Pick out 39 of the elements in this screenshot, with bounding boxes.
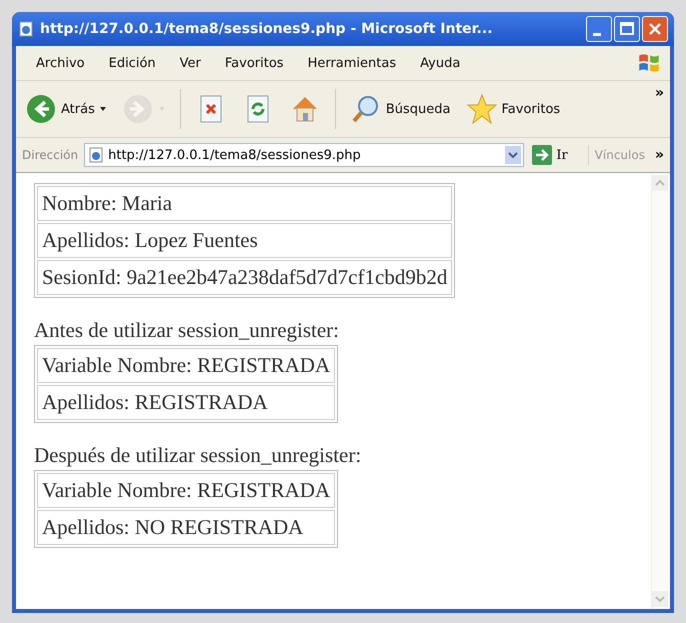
- arrow-right-icon: [532, 145, 552, 165]
- links-overflow-chevron[interactable]: »: [654, 147, 664, 163]
- menu-item[interactable]: Favoritos: [212, 56, 296, 70]
- scroll-up-icon[interactable]: [652, 175, 668, 191]
- arrow-right-icon: [122, 93, 154, 125]
- table-cell: Variable Nombre: REGISTRADA: [37, 473, 336, 508]
- arrow-left-icon: [25, 93, 57, 125]
- table-cell: Apellidos: Lopez Fuentes: [37, 223, 452, 258]
- vertical-scrollbar[interactable]: [651, 173, 670, 609]
- toolbar-overflow-chevron[interactable]: »: [654, 81, 664, 101]
- section-heading: Después de utilizar session_unregister:: [34, 443, 362, 468]
- star-icon: [466, 93, 498, 125]
- menu-item[interactable]: Ayuda: [408, 56, 472, 70]
- minimize-button[interactable]: [586, 16, 612, 42]
- search-button[interactable]: Búsqueda: [346, 91, 454, 127]
- page-icon: [88, 147, 104, 163]
- page-icon: [18, 21, 34, 37]
- table-cell: Nombre: Maria: [37, 186, 452, 221]
- close-button[interactable]: [642, 16, 668, 42]
- scroll-down-icon[interactable]: [652, 591, 668, 607]
- address-field[interactable]: http://127.0.0.1/tema8/sessiones9.php: [84, 143, 524, 167]
- caret-icon: [98, 105, 107, 113]
- menu-item[interactable]: Herramientas: [296, 56, 408, 70]
- go-button[interactable]: Ir: [530, 145, 589, 165]
- table-cell: Variable Nombre: REGISTRADA: [37, 348, 336, 383]
- table-cell: SesionId: 9a21ee2b47a238daf5d7d7cf1cbd9b2d: [37, 260, 452, 295]
- favorites-button[interactable]: Favoritos: [462, 91, 564, 127]
- caret-icon: [158, 105, 166, 113]
- menu-item[interactable]: Archivo: [24, 56, 97, 70]
- window-title: http://127.0.0.1/tema8/sessiones9.php - Microsoft Inter...: [40, 21, 494, 37]
- table-cell: Apellidos: REGISTRADA: [37, 385, 336, 420]
- back-button[interactable]: Atrás: [22, 91, 110, 127]
- maximize-button[interactable]: [614, 16, 640, 42]
- table-cell: Apellidos: NO REGISTRADA: [37, 510, 336, 545]
- address-label: Dirección: [22, 148, 78, 162]
- minimize-icon: [593, 32, 601, 36]
- section-heading: Antes de utilizar session_unregister:: [34, 318, 340, 343]
- menu-item[interactable]: Edición: [96, 56, 168, 70]
- menu-item[interactable]: Ver: [168, 56, 213, 70]
